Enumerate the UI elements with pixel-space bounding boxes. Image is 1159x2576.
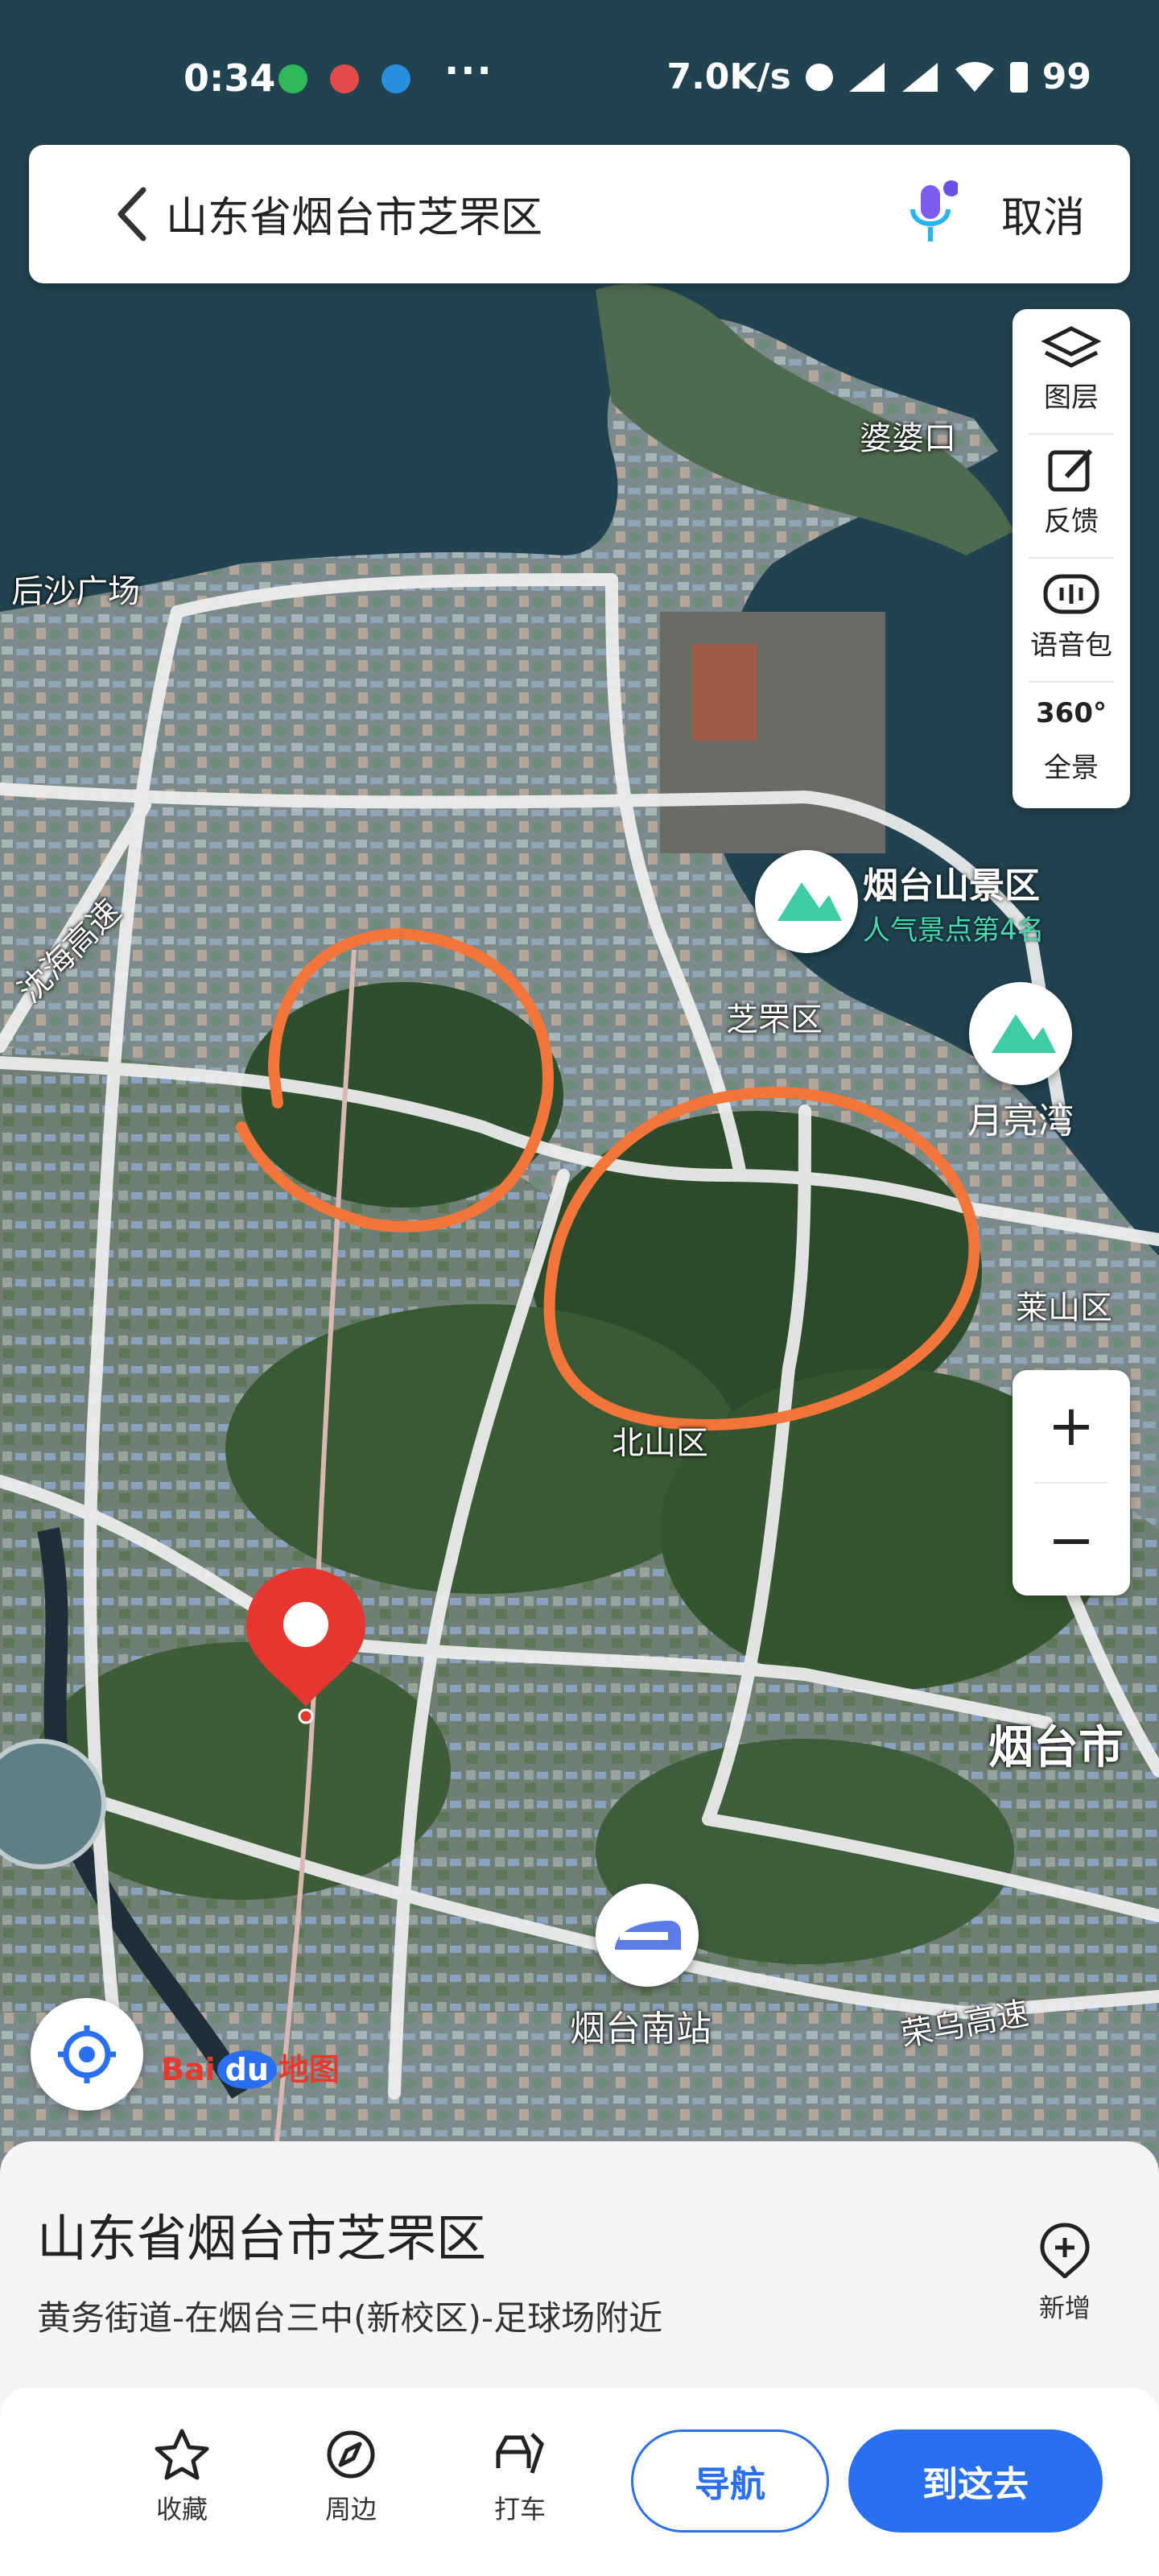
bottom-action-bar: 收藏 周边 打车 导航 到这去 bbox=[0, 2388, 1159, 2576]
map-label-zhifu: 芝罘区 bbox=[726, 1001, 823, 1038]
voice-pack-icon bbox=[1043, 574, 1099, 614]
map-label-beishan: 北山区 bbox=[612, 1425, 708, 1462]
add-place-button[interactable]: 新增 bbox=[1021, 2222, 1109, 2325]
status-bar: 0:34 ··· 7.0K/s 99 bbox=[0, 0, 1159, 153]
nearby-button[interactable]: 周边 bbox=[303, 2428, 399, 2526]
crosshair-icon bbox=[58, 2025, 116, 2083]
panorama-icon: 360° bbox=[1036, 697, 1107, 729]
more-notifications-icon: ··· bbox=[444, 48, 493, 93]
navigate-button[interactable]: 导航 bbox=[631, 2429, 829, 2533]
app-notification-icon bbox=[330, 64, 359, 93]
layers-icon bbox=[1041, 326, 1102, 368]
taxi-button[interactable]: 打车 bbox=[472, 2428, 568, 2526]
taxi-label: 打车 bbox=[493, 2494, 546, 2524]
mountain-icon bbox=[777, 882, 842, 921]
map-label-yantai-city: 烟台市 bbox=[988, 1722, 1124, 1774]
location-pin-icon[interactable] bbox=[243, 1565, 369, 1726]
panorama-label: 全景 bbox=[1044, 752, 1099, 784]
zoom-out-button[interactable]: − bbox=[1013, 1484, 1130, 1596]
mountain-icon bbox=[992, 1014, 1056, 1053]
feedback-button[interactable]: 反馈 bbox=[1013, 433, 1130, 557]
moon-bay-title[interactable]: 月亮湾 bbox=[967, 1092, 1074, 1143]
zoom-control: + − bbox=[1013, 1370, 1130, 1596]
scenic-spot-rank: 人气景点第4名 bbox=[863, 914, 1045, 947]
signal-icon bbox=[848, 62, 885, 92]
add-place-label: 新增 bbox=[1038, 2293, 1091, 2323]
collect-button[interactable]: 收藏 bbox=[134, 2428, 230, 2526]
map-label-yantai-south: 烟台南站 bbox=[570, 2008, 711, 2050]
layers-button[interactable]: 图层 bbox=[1013, 309, 1130, 433]
place-address: 黄务街道-在烟台三中(新校区)-足球场附近 bbox=[37, 2298, 663, 2338]
search-query[interactable]: 山东省烟台市芝罘区 bbox=[166, 184, 542, 244]
logo-du: du bbox=[217, 2050, 277, 2089]
train-station-marker[interactable] bbox=[596, 1884, 699, 1987]
voice-pack-label: 语音包 bbox=[1030, 630, 1112, 662]
go-here-button[interactable]: 到这去 bbox=[848, 2429, 1103, 2533]
collect-label: 收藏 bbox=[155, 2494, 208, 2524]
feedback-label: 反馈 bbox=[1044, 506, 1099, 538]
logo-ditu: 地图 bbox=[278, 2052, 340, 2087]
search-bar[interactable]: 山东省烟台市芝罘区 取消 bbox=[29, 145, 1130, 283]
add-location-icon bbox=[1040, 2223, 1090, 2280]
scenic-spot-marker[interactable] bbox=[755, 850, 858, 953]
nearby-label: 周边 bbox=[324, 2494, 377, 2524]
baidu-map-logo: Bai du 地图 bbox=[161, 2045, 340, 2089]
wifi-icon bbox=[955, 61, 994, 92]
globe-icon bbox=[382, 64, 410, 93]
train-icon bbox=[615, 1921, 681, 1950]
layers-label: 图层 bbox=[1044, 382, 1099, 414]
back-arrow-icon[interactable] bbox=[109, 182, 158, 246]
star-icon bbox=[155, 2429, 209, 2480]
logo-bai: Bai bbox=[161, 2052, 216, 2087]
map-tools-panel: 图层 反馈 语音包 360° 全景 bbox=[1013, 309, 1130, 808]
place-title: 山东省烟台市芝罘区 bbox=[37, 2209, 487, 2268]
battery-level: 99 bbox=[1041, 56, 1091, 97]
map-label-laishan: 莱山区 bbox=[1016, 1290, 1112, 1327]
compass-icon bbox=[327, 2430, 375, 2479]
status-right: 7.0K/s 99 bbox=[666, 56, 1091, 97]
voice-pack-button[interactable]: 语音包 bbox=[1013, 557, 1130, 681]
locate-me-button[interactable] bbox=[31, 1998, 143, 2111]
feedback-icon bbox=[1048, 448, 1093, 492]
signal-icon-2 bbox=[901, 62, 938, 92]
zoom-in-button[interactable]: + bbox=[1013, 1370, 1130, 1481]
divider bbox=[1035, 1482, 1107, 1484]
taxi-icon bbox=[496, 2433, 544, 2474]
scenic-spot-title[interactable]: 烟台山景区 bbox=[863, 857, 1040, 908]
status-time: 0:34 bbox=[184, 56, 276, 100]
map-label-pokou: 婆婆口 bbox=[860, 420, 956, 457]
net-speed: 7.0K/s bbox=[666, 56, 791, 97]
map-label-houshan: 后沙广场 bbox=[11, 573, 140, 610]
moon-bay-marker[interactable] bbox=[969, 982, 1072, 1085]
dnd-icon bbox=[805, 63, 833, 91]
panorama-button[interactable]: 360° 全景 bbox=[1013, 681, 1130, 805]
voice-search-icon[interactable] bbox=[906, 177, 958, 250]
battery-icon bbox=[1009, 61, 1028, 93]
cancel-button[interactable]: 取消 bbox=[1001, 184, 1085, 244]
download-icon bbox=[278, 64, 307, 93]
